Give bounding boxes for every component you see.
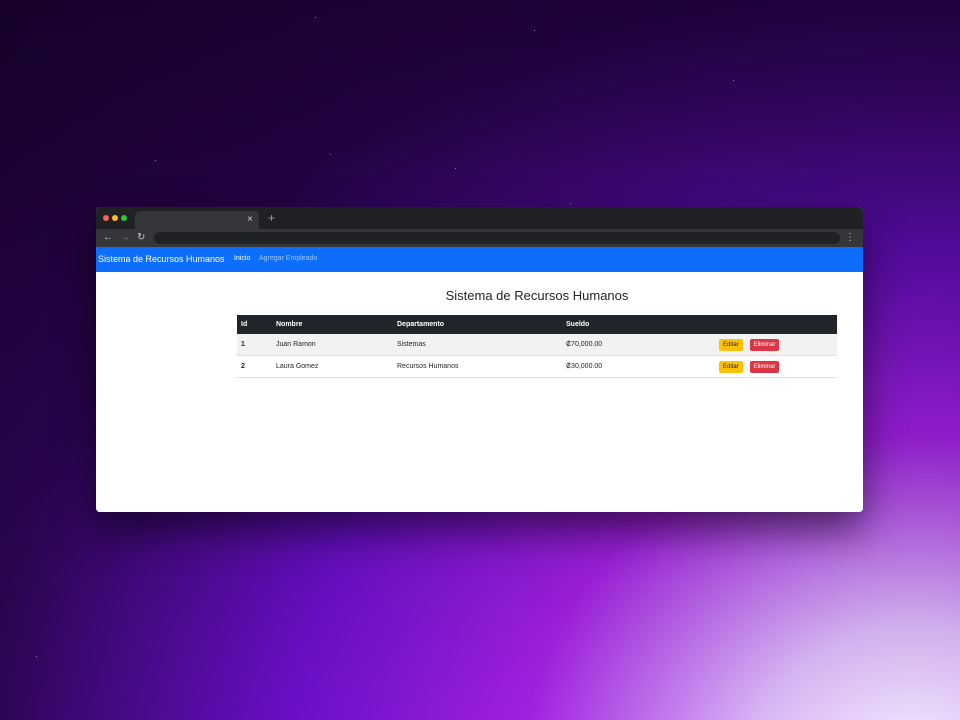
cell-departamento: Recursos Humanos <box>393 355 562 378</box>
browser-menu-icon[interactable]: ⋮ <box>845 231 855 245</box>
browser-tab[interactable]: × <box>135 211 259 229</box>
main-content: Sistema de Recursos Humanos Id Nombre De… <box>96 272 863 512</box>
new-tab-icon[interactable]: + <box>268 211 275 225</box>
column-header-id: Id <box>237 315 272 334</box>
star <box>570 203 571 204</box>
star <box>455 168 456 169</box>
table-row: 2 Laura Gomez Recursos Humanos ₡30,000.0… <box>237 355 837 378</box>
star <box>733 80 734 81</box>
close-window-icon[interactable] <box>103 215 109 221</box>
cell-id: 2 <box>237 355 272 378</box>
forward-arrow-icon[interactable]: → <box>120 231 130 245</box>
nav-link-agregar-empleado[interactable]: Agregar Empleado <box>259 254 317 264</box>
cell-actions: Editar Eliminar <box>715 334 837 356</box>
table-row: 1 Juan Ramon Sistemas ₡70,000.00 Editar E… <box>237 334 837 356</box>
column-header-departamento: Departamento <box>393 315 562 334</box>
browser-toolbar: ← → ↻ ⋮ <box>96 229 863 247</box>
app-navbar: Sistema de Recursos Humanos Inicio Agreg… <box>96 247 863 272</box>
column-header-nombre: Nombre <box>272 315 393 334</box>
star <box>36 656 37 657</box>
star <box>534 30 535 31</box>
table-header-row: Id Nombre Departamento Sueldo <box>237 315 837 334</box>
cell-nombre: Laura Gomez <box>272 355 393 378</box>
employees-table: Id Nombre Departamento Sueldo 1 Juan Ram… <box>237 315 837 378</box>
browser-window: × + ← → ↻ ⋮ Sistema de Recursos Humanos … <box>96 207 863 512</box>
column-header-actions <box>715 315 837 334</box>
navbar-brand[interactable]: Sistema de Recursos Humanos <box>98 253 225 265</box>
cell-sueldo: ₡30,000.00 <box>562 355 715 378</box>
nav-link-inicio[interactable]: Inicio <box>234 254 250 264</box>
delete-button[interactable]: Eliminar <box>749 360 780 373</box>
edit-button[interactable]: Editar <box>719 338 743 351</box>
cell-departamento: Sistemas <box>393 334 562 356</box>
edit-button[interactable]: Editar <box>719 360 743 373</box>
back-arrow-icon[interactable]: ← <box>103 231 113 245</box>
browser-tab-bar: × + <box>96 207 863 229</box>
star <box>330 154 331 155</box>
tab-close-icon[interactable]: × <box>247 213 253 227</box>
cell-sueldo: ₡70,000.00 <box>562 334 715 356</box>
star <box>315 17 316 18</box>
column-header-sueldo: Sueldo <box>562 315 715 334</box>
reload-icon[interactable]: ↻ <box>137 231 145 245</box>
delete-button[interactable]: Eliminar <box>749 338 780 351</box>
minimize-window-icon[interactable] <box>112 215 118 221</box>
address-bar[interactable] <box>154 232 840 244</box>
page-title: Sistema de Recursos Humanos <box>445 288 629 303</box>
star <box>155 160 156 161</box>
cell-nombre: Juan Ramon <box>272 334 393 356</box>
cell-id: 1 <box>237 334 272 356</box>
maximize-window-icon[interactable] <box>121 215 127 221</box>
cell-actions: Editar Eliminar <box>715 355 837 378</box>
